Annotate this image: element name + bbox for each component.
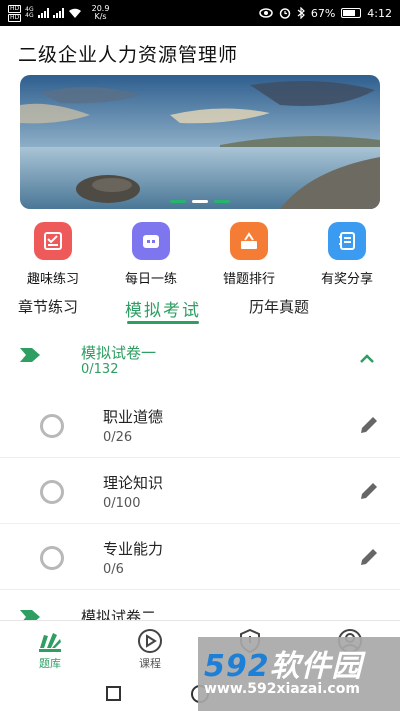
list-item[interactable]: 理论知识 0/100 <box>0 458 400 524</box>
tab-label: 章节练习 <box>18 298 79 316</box>
item-progress: 0/26 <box>103 430 133 445</box>
network-speed-unit: K/s <box>94 12 107 21</box>
carousel-indicator <box>20 200 380 203</box>
quick-action-label: 有奖分享 <box>320 272 373 287</box>
exam-sheet-icon <box>34 222 72 260</box>
recent-apps-button[interactable] <box>106 686 121 701</box>
chevron-up-icon[interactable] <box>358 352 376 364</box>
item-title: 专业能力 <box>103 540 164 558</box>
signal-icon <box>37 8 49 18</box>
carousel-dot[interactable] <box>192 200 208 203</box>
radio-button[interactable] <box>40 480 64 504</box>
nav-label: 课程 <box>139 657 161 670</box>
tab-chapter-practice[interactable]: 章节练习 <box>18 294 78 324</box>
item-progress: 0/100 <box>103 496 141 511</box>
nav-label: 题库 <box>39 657 61 670</box>
tab-label: 历年真题 <box>249 298 310 316</box>
quick-action-label: 趣味练习 <box>26 272 79 287</box>
ranking-icon <box>230 222 268 260</box>
network-type: 4G <box>25 12 34 19</box>
eye-icon <box>259 8 273 18</box>
watermark-logo: 592软件园 www.592xiazai.com <box>198 637 400 711</box>
quick-action-daily[interactable]: 每日一练 <box>109 222 193 287</box>
wifi-icon <box>68 8 81 18</box>
carousel-dot[interactable] <box>170 200 186 203</box>
tab-past-exams[interactable]: 历年真题 <box>249 294 309 324</box>
calendar-icon <box>132 222 170 260</box>
list-item[interactable]: 职业道德 0/26 <box>0 392 400 458</box>
play-circle-icon <box>138 629 162 653</box>
item-progress: 0/6 <box>103 562 124 577</box>
tab-mock-exam[interactable]: 模拟考试 <box>125 294 201 324</box>
page-title: 二级企业人力资源管理师 <box>18 44 239 66</box>
nav-question-bank[interactable]: 题库 <box>0 621 100 676</box>
hd-badge: HD <box>8 4 22 13</box>
pencil-icon[interactable] <box>358 414 380 436</box>
clock: 4:12 <box>367 6 392 20</box>
watermark-url: www.592xiazai.com <box>204 681 360 697</box>
bluetooth-icon <box>297 7 305 19</box>
carousel-dot[interactable] <box>214 200 230 203</box>
radio-button[interactable] <box>40 546 64 570</box>
exam-section-header[interactable]: 模拟试卷一 0/132 <box>0 338 400 388</box>
quick-action-fun-practice[interactable]: 趣味练习 <box>11 222 95 287</box>
hd-badge: HD <box>8 13 22 22</box>
watermark-number: 592 <box>204 649 270 684</box>
nav-courses[interactable]: 课程 <box>100 621 200 676</box>
item-title: 理论知识 <box>103 474 164 492</box>
flag-icon <box>20 348 40 362</box>
banner-carousel[interactable] <box>20 75 380 209</box>
signal-icon <box>52 8 64 18</box>
battery-icon <box>341 8 362 18</box>
section-progress: 0/132 <box>81 362 119 377</box>
books-icon <box>39 633 61 652</box>
notebook-icon <box>328 222 366 260</box>
quick-action-wrong-ranking[interactable]: 错题排行 <box>207 222 291 287</box>
quick-actions: 趣味练习 每日一练 错题排行 有奖分享 <box>0 222 400 287</box>
tab-label: 模拟考试 <box>125 301 201 321</box>
alarm-icon <box>279 8 291 19</box>
item-title: 职业道德 <box>103 408 164 426</box>
quick-action-label: 每日一练 <box>124 272 177 287</box>
exam-section-header[interactable]: 模拟试卷二 <box>0 600 400 622</box>
tab-active-indicator <box>127 321 199 324</box>
quick-action-share-reward[interactable]: 有奖分享 <box>305 222 389 287</box>
watermark-brand: 软件园 <box>269 649 363 684</box>
section-title: 模拟试卷一 <box>81 344 157 362</box>
radio-button[interactable] <box>40 414 64 438</box>
list-item[interactable]: 专业能力 0/6 <box>0 524 400 590</box>
banner-image <box>20 75 380 209</box>
pencil-icon[interactable] <box>358 480 380 502</box>
battery-percent: 67% <box>310 6 336 20</box>
tab-bar: 章节练习 模拟考试 历年真题 <box>0 292 400 326</box>
status-bar: HD HD 4G 4G 20.9 K/s 67% 4:12 <box>0 0 400 26</box>
pencil-icon[interactable] <box>358 546 380 568</box>
quick-action-label: 错题排行 <box>222 272 275 287</box>
